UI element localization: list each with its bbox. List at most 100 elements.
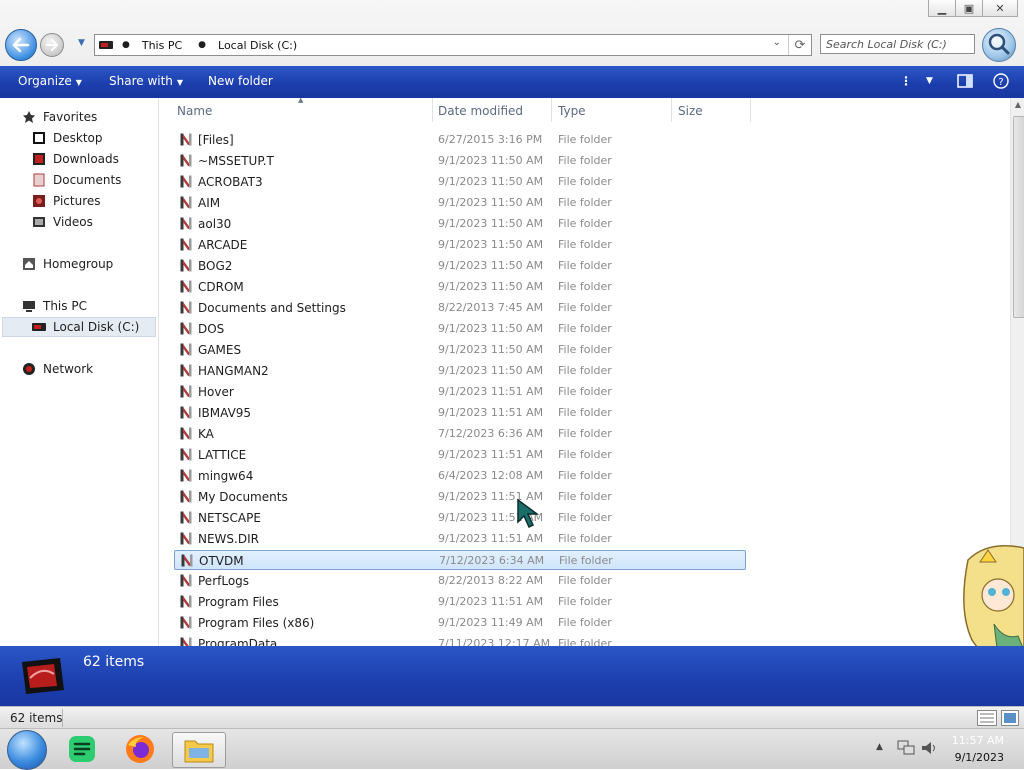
nav-pictures[interactable]: Pictures	[32, 191, 101, 211]
search-input[interactable]: Search Local Disk (C:)	[820, 34, 975, 54]
share-with-button[interactable]: Share with ▼	[109, 74, 183, 88]
file-row[interactable]: aol30 9/1/2023 11:50 AM File folder	[174, 214, 746, 234]
refresh-icon[interactable]: ⟳	[788, 35, 811, 55]
network-tray-icon[interactable]	[897, 740, 915, 756]
view-dropdown-icon[interactable]: ▼	[926, 76, 933, 86]
folder-icon	[180, 196, 192, 209]
details-item-count: 62 items	[83, 654, 145, 670]
back-arrow-icon	[12, 37, 30, 53]
folder-icon	[180, 259, 192, 272]
nav-desktop[interactable]: Desktop	[32, 128, 103, 148]
file-name: My Documents	[198, 490, 288, 504]
file-row[interactable]: Program Files (x86) 9/1/2023 11:49 AM File…	[174, 613, 746, 633]
volume-icon[interactable]	[921, 740, 939, 756]
scroll-up-arrow-icon[interactable]: ▲	[1012, 100, 1024, 112]
nav-local-disk-label: Local Disk (C:)	[53, 320, 140, 334]
file-row[interactable]: GAMES 9/1/2023 11:50 AM File folder	[174, 340, 746, 360]
file-row[interactable]: CDROM 9/1/2023 11:50 AM File folder	[174, 277, 746, 297]
minimize-button[interactable]: ▁	[928, 0, 956, 17]
file-row[interactable]: [Files] 6/27/2015 3:16 PM File folder	[174, 130, 746, 150]
file-type: File folder	[558, 469, 612, 482]
file-row[interactable]: ~MSSETUP.T 9/1/2023 11:50 AM File folder	[174, 151, 746, 171]
taskbar-firefox[interactable]	[122, 731, 158, 767]
folder-icon	[184, 740, 214, 763]
help-button[interactable]: ?	[993, 73, 1009, 92]
taskbar-file-explorer[interactable]	[172, 732, 226, 768]
file-row[interactable]: HANGMAN2 9/1/2023 11:50 AM File folder	[174, 361, 746, 381]
folder-icon	[180, 385, 192, 398]
file-date-modified: 9/1/2023 11:51 AM	[438, 448, 544, 461]
details-pane: 62 items	[0, 646, 1024, 706]
view-options-icon[interactable]: ⋮	[900, 74, 912, 88]
file-name: PerfLogs	[198, 574, 250, 588]
folder-icon	[180, 511, 192, 524]
organize-button[interactable]: Organize ▼	[18, 74, 82, 88]
nav-homegroup-label: Homegroup	[43, 257, 114, 271]
clock-time[interactable]: 11:57 AM	[952, 734, 1004, 747]
maximize-button[interactable]: ▣	[955, 0, 983, 17]
new-folder-button[interactable]: New folder	[208, 74, 273, 88]
file-row[interactable]: My Documents 9/1/2023 11:51 AM File folder	[174, 487, 746, 507]
details-view-icon[interactable]	[977, 710, 997, 726]
taskbar-notes-app[interactable]	[64, 731, 100, 767]
firefox-icon	[126, 735, 154, 763]
preview-pane-icon	[957, 74, 973, 88]
file-row[interactable]: Hover 9/1/2023 11:51 AM File folder	[174, 382, 746, 402]
column-header-name[interactable]: Name	[177, 104, 212, 118]
file-row[interactable]: NETSCAPE 9/1/2023 11:51 AM File folder	[174, 508, 746, 528]
file-name: ARCADE	[198, 238, 248, 252]
file-row[interactable]: AIM 9/1/2023 11:50 AM File folder	[174, 193, 746, 213]
large-icons-view-icon[interactable]	[1001, 710, 1019, 726]
breadcrumb-local-disk[interactable]: Local Disk (C:)	[218, 39, 297, 52]
nav-network[interactable]: Network	[22, 359, 93, 379]
search-button[interactable]	[982, 28, 1016, 62]
nav-favorites[interactable]: Favorites	[22, 107, 97, 127]
file-row[interactable]: ARCADE 9/1/2023 11:50 AM File folder	[174, 235, 746, 255]
file-row[interactable]: DOS 9/1/2023 11:50 AM File folder	[174, 319, 746, 339]
close-button[interactable]: ✕	[982, 0, 1018, 17]
start-button[interactable]	[7, 730, 47, 770]
file-row[interactable]: KA 7/12/2023 6:36 AM File folder	[174, 424, 746, 444]
favorites-icon	[22, 110, 36, 124]
file-name: OTVDM	[199, 554, 244, 568]
file-row[interactable]: LATTICE 9/1/2023 11:51 AM File folder	[174, 445, 746, 465]
scroll-thumb[interactable]	[1013, 116, 1024, 318]
address-dropdown-icon[interactable]: ⌄	[773, 37, 781, 48]
file-row[interactable]: PerfLogs 8/22/2013 8:22 AM File folder	[174, 571, 746, 591]
breadcrumb-this-pc[interactable]: This PC	[142, 39, 182, 52]
forward-arrow-icon	[46, 39, 58, 51]
back-button[interactable]	[5, 29, 37, 61]
file-row[interactable]: ProgramData 7/11/2023 12:17 AM File folder	[174, 634, 746, 646]
nav-local-disk[interactable]: Local Disk (C:)	[32, 317, 139, 337]
file-row[interactable]: BOG2 9/1/2023 11:50 AM File folder	[174, 256, 746, 276]
folder-icon	[180, 217, 192, 230]
forward-button[interactable]	[40, 33, 64, 57]
tray-overflow-icon[interactable]: ▲	[876, 742, 883, 752]
nav-videos[interactable]: Videos	[32, 212, 93, 232]
address-bar[interactable]: ● This PC ● Local Disk (C:) ⌄ ⟳	[94, 34, 812, 56]
file-row[interactable]: Program Files 9/1/2023 11:51 AM File folde…	[174, 592, 746, 612]
file-type: File folder	[558, 532, 612, 545]
clock-date[interactable]: 9/1/2023	[955, 751, 1004, 764]
column-header-date[interactable]: Date modified	[438, 104, 523, 118]
file-date-modified: 9/1/2023 11:51 AM	[438, 385, 544, 398]
file-row[interactable]: OTVDM 7/12/2023 6:34 AM File folder	[174, 550, 746, 570]
preview-pane-button[interactable]	[957, 73, 973, 92]
file-date-modified: 6/27/2015 3:16 PM	[438, 133, 543, 146]
nav-this-pc[interactable]: This PC	[22, 296, 87, 316]
file-row[interactable]: IBMAV95 9/1/2023 11:51 AM File folder	[174, 403, 746, 423]
file-row[interactable]: NEWS.DIR 9/1/2023 11:51 AM File folder	[174, 529, 746, 549]
column-header-type[interactable]: Type	[558, 104, 586, 118]
file-row[interactable]: mingw64 6/4/2023 12:08 AM File folder	[174, 466, 746, 486]
file-name: HANGMAN2	[198, 364, 269, 378]
column-header-size[interactable]: Size	[678, 104, 703, 118]
nav-downloads[interactable]: Downloads	[32, 149, 119, 169]
nav-homegroup[interactable]: Homegroup	[22, 254, 113, 274]
file-row[interactable]: ACROBAT3 9/1/2023 11:50 AM File folder	[174, 172, 746, 192]
recent-locations-button[interactable]: ▼	[78, 38, 85, 48]
file-date-modified: 9/1/2023 11:51 AM	[438, 595, 544, 608]
file-type: File folder	[558, 490, 612, 503]
file-type: File folder	[558, 511, 612, 524]
file-row[interactable]: Documents and Settings 8/22/2013 7:45 AM F…	[174, 298, 746, 318]
nav-documents[interactable]: Documents	[32, 170, 121, 190]
